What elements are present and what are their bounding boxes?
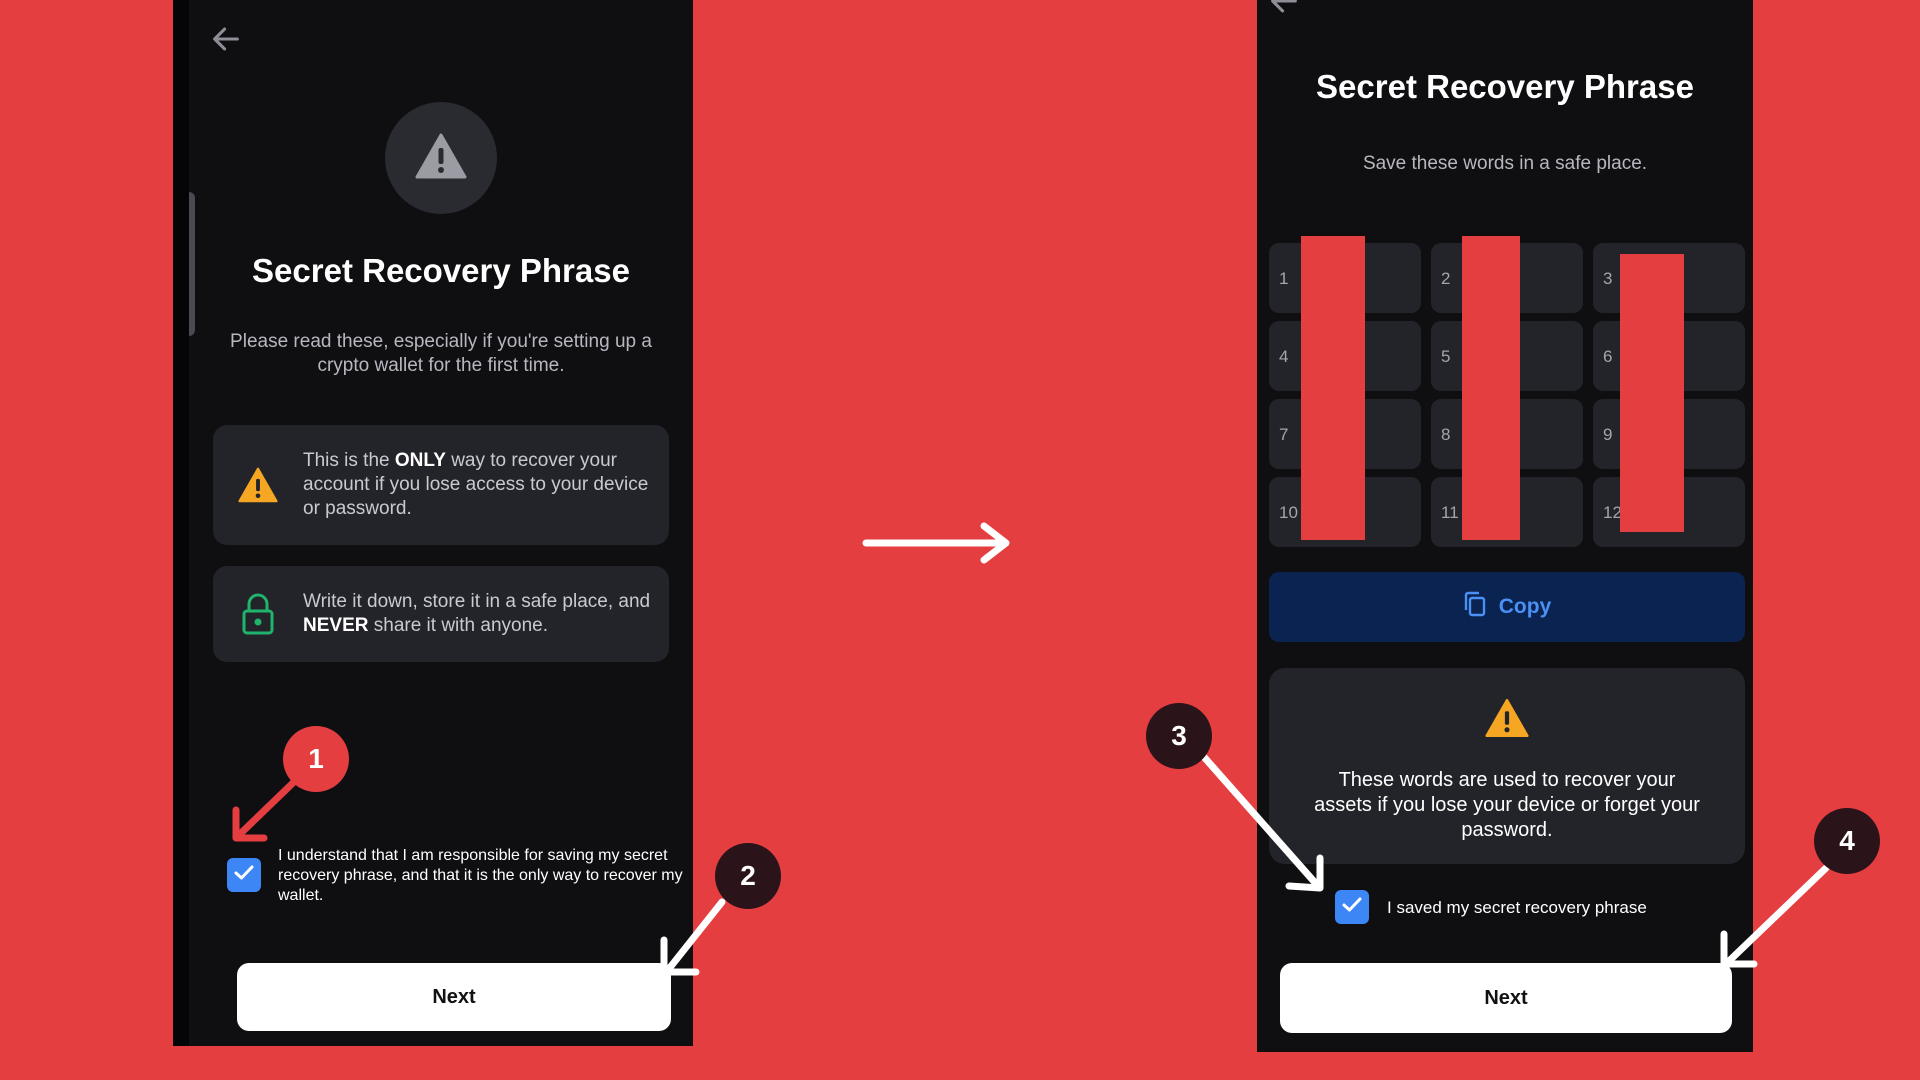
annotation-arrow-4 xyxy=(1720,864,1830,968)
annotation-badge-2: 2 xyxy=(715,843,781,909)
annotation-badge-4: 4 xyxy=(1814,808,1880,874)
annotation-arrow-1 xyxy=(232,776,300,842)
annotation-arrow-3 xyxy=(1200,753,1324,892)
annotation-arrows xyxy=(232,753,1830,976)
annotation-badge-3: 3 xyxy=(1146,703,1212,769)
annotation-arrow-2 xyxy=(660,898,726,976)
annotation-badge-1: 1 xyxy=(283,726,349,792)
